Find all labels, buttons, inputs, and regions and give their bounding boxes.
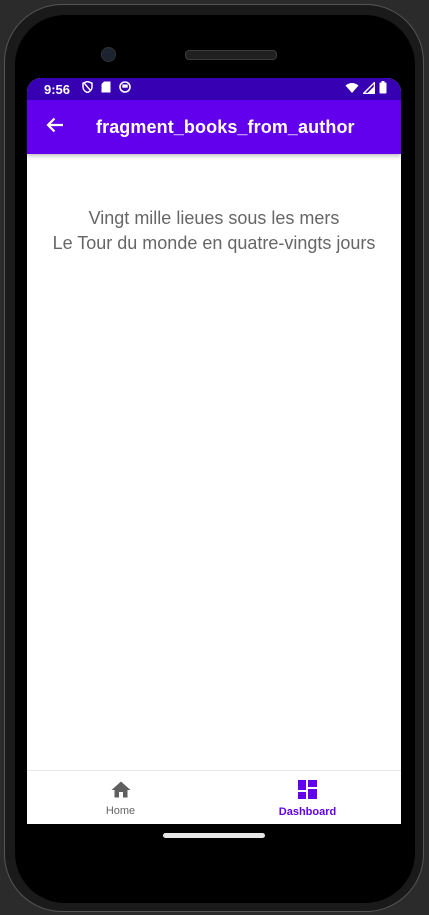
nav-item-dashboard[interactable]: Dashboard bbox=[214, 771, 401, 824]
dashboard-icon bbox=[298, 780, 317, 803]
front-camera bbox=[101, 47, 116, 62]
earpiece-speaker bbox=[185, 50, 277, 60]
status-bar: 9:56 bbox=[27, 78, 401, 100]
book-title: Le Tour du monde en quatre-vingts jours bbox=[52, 233, 376, 253]
book-title: Vingt mille lieues sous les mers bbox=[88, 208, 340, 228]
bottom-navigation: Home Dashboard bbox=[27, 770, 401, 824]
nav-label-home: Home bbox=[105, 805, 136, 817]
back-button[interactable] bbox=[27, 100, 83, 154]
nav-item-home[interactable]: Home bbox=[27, 771, 214, 824]
arrow-back-icon bbox=[46, 116, 64, 138]
home-icon bbox=[111, 781, 131, 802]
status-time: 9:56 bbox=[44, 81, 71, 97]
wifi-icon bbox=[345, 82, 359, 98]
battery-icon bbox=[379, 81, 387, 98]
book-list: Vingt mille lieues sous les mers Le Tour… bbox=[27, 206, 401, 256]
app-toolbar: fragment_books_from_author bbox=[27, 100, 401, 154]
nav-label-dashboard: Dashboard bbox=[278, 806, 337, 818]
app-screen: 9:56 fragment_books_from_author Vingt mi… bbox=[27, 78, 401, 824]
main-content: Vingt mille lieues sous les mers Le Tour… bbox=[27, 154, 401, 770]
sd-card-icon bbox=[101, 81, 111, 97]
status-icons-left bbox=[82, 80, 131, 97]
signal-icon bbox=[361, 80, 376, 98]
notification-icon bbox=[119, 81, 131, 97]
shield-icon bbox=[82, 80, 93, 97]
toolbar-title: fragment_books_from_author bbox=[96, 116, 355, 137]
status-icons-right bbox=[345, 80, 387, 98]
home-gesture-bar[interactable] bbox=[163, 833, 265, 838]
